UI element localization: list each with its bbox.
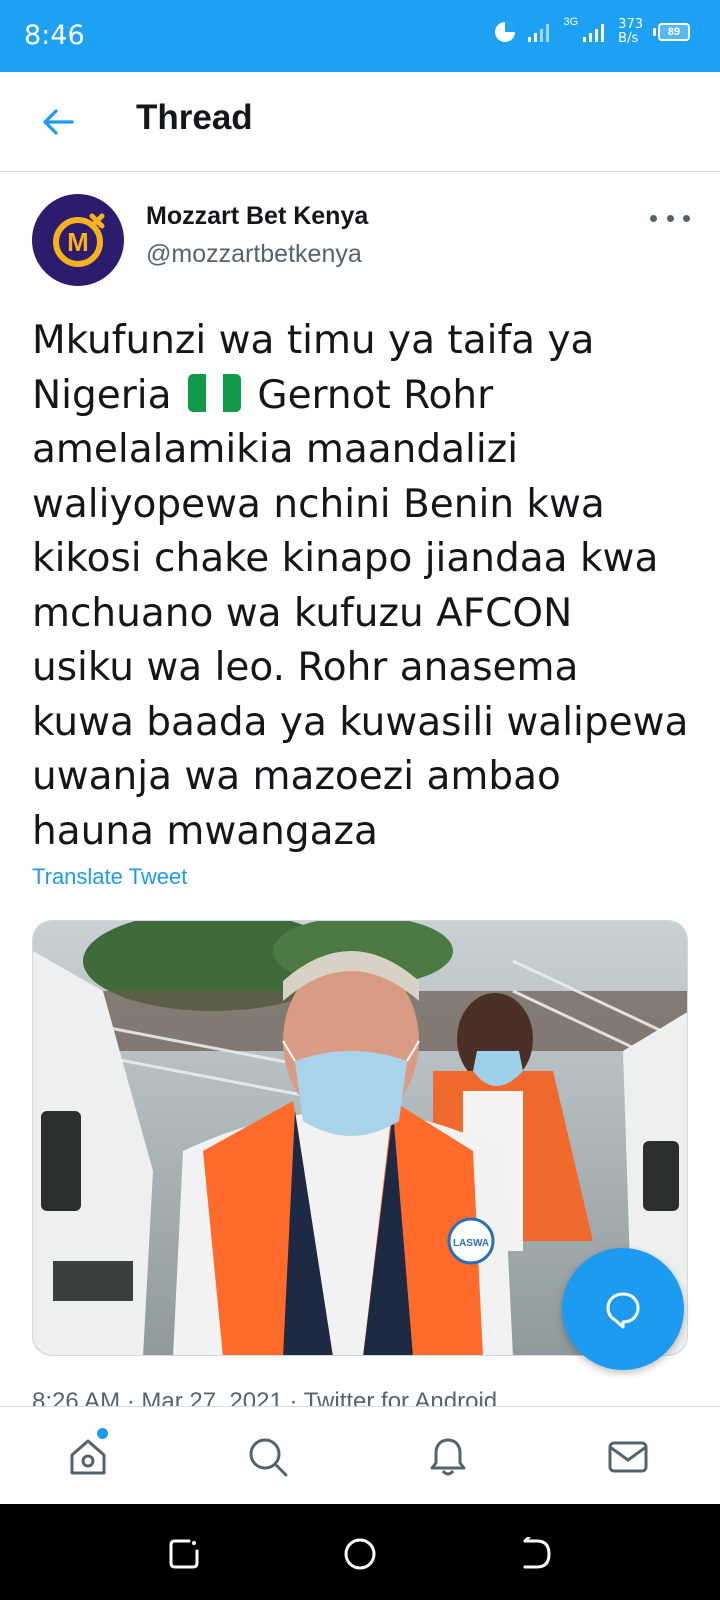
tweet-text-line: uwanja wa mazoezi ambao (32, 754, 561, 799)
nav-notifications[interactable] (422, 1431, 474, 1483)
tweet-text-line: mchuano wa kufuzu AFCON (32, 590, 573, 636)
status-icons: 3G 373 B/s 89 (493, 16, 690, 46)
nav-home[interactable] (62, 1428, 114, 1483)
tweet-text-line: waliyopewa nchini Benin kwa (32, 481, 605, 527)
bottom-nav (0, 1406, 720, 1504)
tweet-text-fragment: Nigeria (32, 372, 172, 418)
signal-icon (528, 24, 550, 42)
home-system-button[interactable] (340, 1534, 380, 1574)
author-handle[interactable]: @mozzartbetkenya (146, 240, 362, 269)
reply-bubble-icon (606, 1292, 640, 1329)
back-system-icon (523, 1537, 551, 1569)
network-speed-value: 373 (618, 17, 643, 32)
app-header: Thread (0, 72, 720, 172)
back-arrow-icon (43, 109, 74, 135)
recents-button[interactable] (164, 1534, 204, 1574)
notifications-icon (430, 1438, 466, 1476)
status-time: 8:46 (24, 20, 85, 51)
home-notification-dot (97, 1428, 108, 1439)
tweet-text-line: usiku wa leo. Rohr anasema (32, 645, 579, 690)
dot (666, 214, 674, 222)
search-icon (249, 1438, 288, 1477)
tweet-text: Mkufunzi wa timu ya taifa ya Nigeria Ger… (32, 314, 697, 859)
tweet-text-fragment: Gernot Rohr (257, 372, 494, 418)
battery-icon: 89 (653, 23, 690, 41)
more-options-button[interactable] (650, 206, 690, 230)
nav-search[interactable] (242, 1431, 294, 1483)
vest-logo-text: LASWA (453, 1238, 489, 1249)
battery-level: 89 (658, 23, 690, 41)
home-icon (70, 1439, 106, 1475)
tweet-text-line: Mkufunzi wa timu ya taifa ya (32, 318, 595, 363)
reply-fab-button[interactable] (562, 1248, 684, 1370)
svg-text:M: M (67, 227, 89, 257)
tweet-text-line: amelalamikia maandalizi (32, 427, 519, 472)
tweet-text-line-with-flag: Nigeria Gernot Rohr (32, 369, 697, 424)
dot (650, 214, 657, 222)
data-usage-icon (495, 22, 516, 42)
network-speed-unit: B/s (618, 31, 639, 46)
home-circle-icon (344, 1538, 376, 1570)
signal-icon-2 (583, 24, 605, 42)
tweet-text-line: hauna mwangaza (32, 808, 378, 854)
system-navigation-bar (0, 1504, 720, 1600)
messages-icon (608, 1441, 648, 1473)
network-type-label: 3G (563, 16, 579, 28)
page-title: Thread (136, 98, 253, 137)
nigeria-flag-icon (187, 373, 241, 412)
dot (683, 214, 690, 222)
translate-tweet-link[interactable]: Translate Tweet (32, 864, 187, 890)
back-button[interactable] (36, 100, 80, 144)
recents-icon (169, 1539, 199, 1569)
author-name[interactable]: Mozzart Bet Kenya (146, 202, 368, 231)
mozzart-logo-icon: M (53, 213, 105, 267)
nav-messages[interactable] (602, 1431, 654, 1483)
tweet-text-line: kikosi chake kinapo jiandaa kwa (32, 536, 659, 581)
tweet-text-line: kuwa baada ya kuwasili walipewa (32, 699, 689, 745)
network-speed: 373 B/s (618, 18, 643, 46)
back-system-button[interactable] (516, 1534, 556, 1574)
avatar[interactable]: M (32, 194, 124, 286)
status-bar: 8:46 3G 373 B/s 89 (0, 0, 720, 72)
